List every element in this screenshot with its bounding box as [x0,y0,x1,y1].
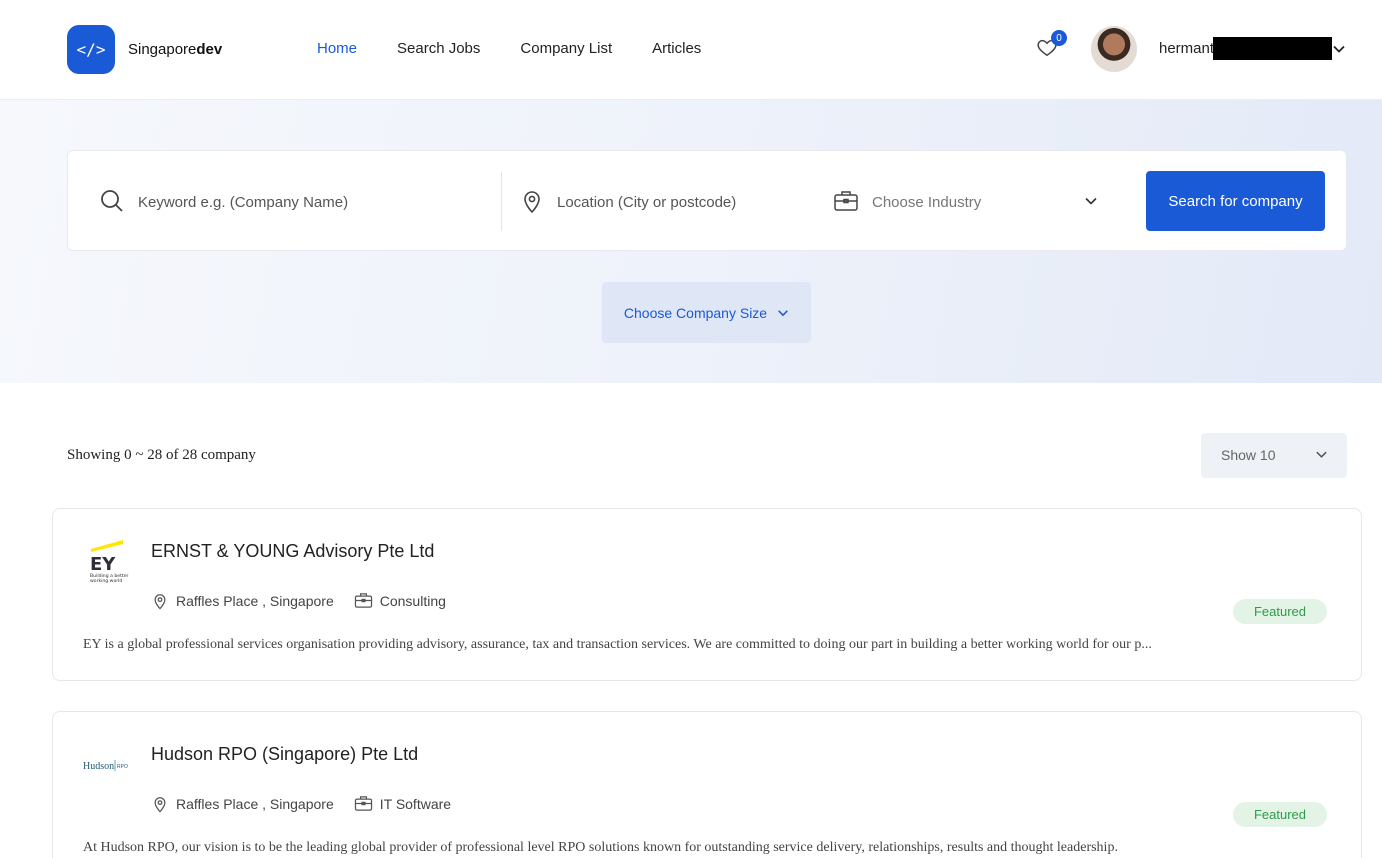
page-size-select[interactable]: Show 10 [1201,433,1347,478]
briefcase-icon [834,191,858,211]
brand-name: Singaporedev [128,41,223,58]
search-hero: Keyword e.g. (Company Name) Location (Ci… [0,100,1382,383]
chevron-down-icon [1316,451,1327,458]
company-name[interactable]: Hudson RPO (Singapore) Pte Ltd [151,744,418,765]
user-avatar[interactable] [1091,26,1137,72]
company-location: Raffles Place , Singapore [176,592,334,609]
keyword-input[interactable]: Keyword e.g. (Company Name) [138,194,348,211]
brand-mark-icon: </> [67,25,115,74]
brand-logo[interactable]: </> Singaporedev [67,25,222,74]
briefcase-icon [354,593,372,608]
hudson-rpo-company-logo: Hudson RPO [83,760,128,772]
chevron-down-icon[interactable] [1332,42,1346,56]
industry-select[interactable]: Choose Industry [872,194,981,211]
featured-badge: Featured [1233,599,1327,624]
redacted-block [1213,37,1332,60]
svg-text:working world: working world [90,578,122,584]
site-header: </> Singaporedev Home Search Jobs Compan… [0,0,1382,100]
location-input[interactable]: Location (City or postcode) [557,194,736,211]
user-name[interactable]: hermant [1159,40,1214,57]
company-meta: Raffles Place , Singapore IT Software [151,794,451,813]
main-nav: Home Search Jobs Company List Articles [317,40,701,57]
nav-company-list[interactable]: Company List [520,40,612,57]
search-icon [101,190,123,212]
chevron-down-icon[interactable] [1084,194,1098,208]
company-search-form: Keyword e.g. (Company Name) Location (Ci… [67,150,1347,251]
ey-company-logo: EY Building a better working world [90,540,129,584]
nav-home[interactable]: Home [317,40,357,57]
company-card[interactable]: EY Building a better working world ERNST… [52,508,1362,681]
company-location: Raffles Place , Singapore [176,795,334,812]
field-divider [501,172,502,231]
search-company-button[interactable]: Search for company [1146,171,1325,231]
company-description: EY is a global professional services org… [83,637,1152,652]
company-description: At Hudson RPO, our vision is to be the l… [83,840,1118,855]
company-industry: IT Software [379,795,452,812]
chevron-down-icon [778,309,788,316]
location-pin-icon [154,593,166,610]
company-size-label: Choose Company Size [623,304,768,321]
briefcase-icon [354,796,372,811]
featured-badge: Featured [1233,802,1327,827]
company-meta: Raffles Place , Singapore Consulting [151,591,446,610]
svg-text:Hudson: Hudson [83,761,114,772]
company-card[interactable]: Hudson RPO Hudson RPO (Singapore) Pte Lt… [52,711,1362,858]
company-size-select[interactable]: Choose Company Size [602,282,811,343]
favorites-count-badge: 0 [1051,30,1067,46]
svg-text:EY: EY [90,554,116,575]
company-industry: Consulting [379,592,446,609]
nav-search-jobs[interactable]: Search Jobs [397,40,480,57]
page-size-label: Show 10 [1221,447,1276,463]
results-summary: Showing 0 ~ 28 of 28 company [67,447,256,463]
company-name[interactable]: ERNST & YOUNG Advisory Pte Ltd [151,541,434,562]
location-pin-icon [524,191,540,214]
nav-articles[interactable]: Articles [652,40,701,57]
svg-text:RPO: RPO [117,764,128,770]
location-pin-icon [154,796,166,813]
